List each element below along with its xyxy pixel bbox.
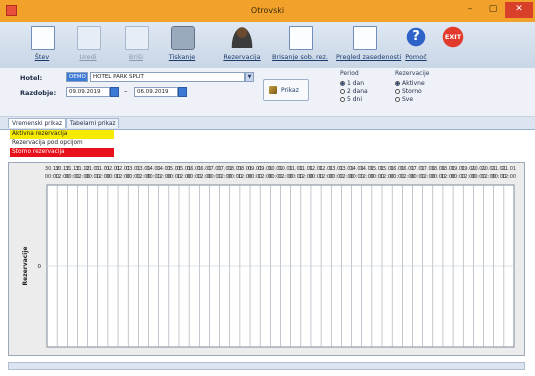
title-bar: Otrovski – ▢ ✕ (0, 0, 535, 22)
delete-room-reservation-label: Brisanje sob. rez. (272, 53, 328, 61)
reservation-option-active[interactable]: Aktivne (395, 80, 425, 87)
radio-icon (395, 97, 400, 102)
timeline-chart-svg: 30.1230.1231.1231.1201.0101.0102.0102.01… (22, 166, 516, 348)
hotel-label: Hotel: (20, 74, 43, 82)
overview-icon (353, 26, 377, 50)
exit-button[interactable]: EXIT (438, 24, 468, 66)
help-button[interactable]: ? Pomoč (398, 24, 434, 66)
y-axis-label: Rezervacije (22, 247, 29, 286)
radio-selected-icon (395, 81, 400, 86)
date-to-field[interactable]: 06.09.2019 (134, 87, 178, 97)
period-group-title: Period (340, 70, 359, 77)
close-button[interactable]: ✕ (505, 2, 533, 18)
hotel-code-field[interactable]: DEMO (66, 72, 88, 82)
delete-button[interactable]: Briši (116, 24, 156, 66)
help-icon: ? (405, 26, 427, 48)
period-option-1[interactable]: 1 dan (340, 80, 364, 87)
calendar-icon[interactable] (178, 87, 187, 97)
period-label: Razdobje: (20, 89, 57, 97)
timeline-chart: 30.12 30.12 31.12 31.12 01.01 01.01 02.01 02.01… (8, 162, 525, 356)
tab-table[interactable]: Tabelarni prikaz (66, 118, 120, 128)
new-button[interactable]: Štev (22, 24, 62, 66)
radio-icon (395, 89, 400, 94)
tab-timeline[interactable]: Vremenski prikaz (8, 118, 67, 128)
guest-icon (231, 26, 253, 48)
delete-document-icon (125, 26, 149, 50)
print-button-label: Tiskanje (168, 53, 196, 61)
edit-document-icon (77, 26, 101, 50)
period-option-2[interactable]: 2 dana (340, 88, 368, 95)
window-title: Otrovski (250, 6, 285, 15)
date-from-field[interactable]: 09.09.2019 (66, 87, 110, 97)
maximize-button[interactable]: ▢ (483, 2, 503, 18)
edit-button[interactable]: Uredi (68, 24, 108, 66)
legend-active: Aktivna rezervacija (10, 130, 114, 139)
date-separator: – (124, 87, 128, 95)
occupancy-overview-label: Pregled zasedenosti (336, 53, 402, 61)
y-tick-label: 0 (38, 264, 42, 270)
printer-icon (171, 26, 195, 50)
tab-strip: Vremenski prikaz Tabelarni prikaz (0, 117, 535, 130)
status-bar (8, 362, 525, 370)
period-option-label: 1 dan (347, 80, 365, 87)
reservation-button-label: Rezervacija (223, 53, 261, 61)
radio-selected-icon (340, 81, 345, 86)
legend-option: Rezervacija pod opcijom (10, 139, 114, 148)
exit-icon: EXIT (442, 26, 464, 48)
occupancy-overview-button[interactable]: Pregled zasedenosti (336, 24, 402, 66)
new-button-label: Štev (34, 53, 50, 61)
calendar-icon[interactable] (110, 87, 119, 97)
reservation-option-storno[interactable]: Storno (395, 88, 422, 95)
period-option-label: 5 dni (347, 96, 363, 103)
show-button-label: Prikaz (281, 87, 299, 94)
minimize-button[interactable]: – (460, 2, 480, 18)
x-tick-date-label: 21.01 (502, 166, 516, 172)
print-button[interactable]: Tiskanje (162, 24, 202, 66)
hotel-name-select[interactable]: HOTEL PARK SPLIT (90, 72, 245, 82)
legend-storno: Storno rezervacija (10, 148, 114, 157)
reservation-option-all[interactable]: Sve (395, 96, 413, 103)
period-option-label: 2 dana (347, 88, 368, 95)
room-document-icon (289, 26, 313, 50)
help-button-label: Pomoč (405, 53, 427, 61)
reservation-button[interactable]: Rezervacija (218, 24, 266, 66)
show-icon (269, 86, 277, 94)
toolbar: Štev Uredi Briši Tiskanje Rezervacija Br… (0, 22, 535, 69)
show-button[interactable]: Prikaz (263, 79, 309, 101)
chevron-down-icon[interactable]: ▼ (245, 72, 254, 82)
radio-icon (340, 89, 345, 94)
delete-button-label: Briši (128, 53, 144, 61)
reservation-option-label: Aktivne (402, 80, 425, 87)
reservation-option-label: Storno (402, 88, 422, 95)
period-option-3[interactable]: 5 dni (340, 96, 362, 103)
reservation-group-title: Rezervacije (395, 70, 430, 77)
delete-room-reservation-button[interactable]: Brisanje sob. rez. (272, 24, 328, 66)
radio-icon (340, 97, 345, 102)
reservation-option-label: Sve (402, 96, 414, 103)
x-tick-time-label: 12:00 (502, 174, 516, 180)
edit-button-label: Uredi (79, 53, 97, 61)
new-document-icon (31, 26, 55, 50)
